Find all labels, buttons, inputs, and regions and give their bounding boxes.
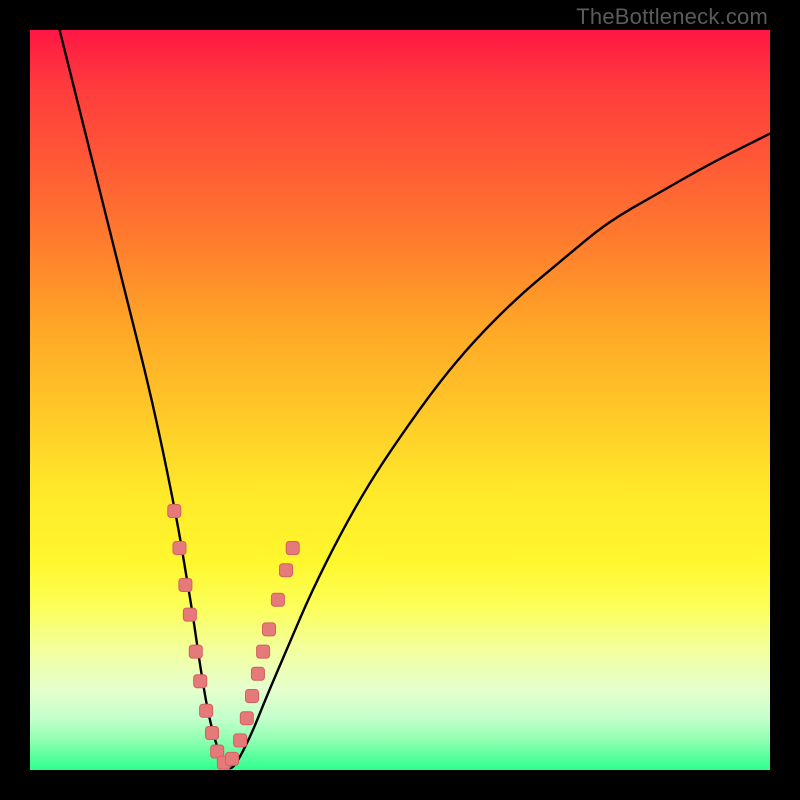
chart-frame: TheBottleneck.com (0, 0, 800, 800)
curve-marker (280, 564, 293, 577)
curve-marker (200, 704, 213, 717)
curve-marker (226, 752, 239, 765)
curve-marker (168, 505, 181, 518)
curve-marker (271, 593, 284, 606)
curve-marker (286, 542, 299, 555)
curve-marker (240, 712, 253, 725)
curve-marker (183, 608, 196, 621)
bottleneck-curve-svg (30, 30, 770, 770)
bottleneck-curve-line (60, 30, 770, 768)
curve-marker (189, 645, 202, 658)
curve-marker (194, 675, 207, 688)
plot-area (30, 30, 770, 770)
watermark-text: TheBottleneck.com (576, 4, 768, 30)
curve-marker (179, 579, 192, 592)
curve-marker (246, 690, 259, 703)
curve-marker (263, 623, 276, 636)
curve-markers (168, 505, 299, 770)
curve-marker (234, 734, 247, 747)
curve-marker (173, 542, 186, 555)
curve-marker (251, 667, 264, 680)
curve-marker (206, 727, 219, 740)
curve-marker (257, 645, 270, 658)
